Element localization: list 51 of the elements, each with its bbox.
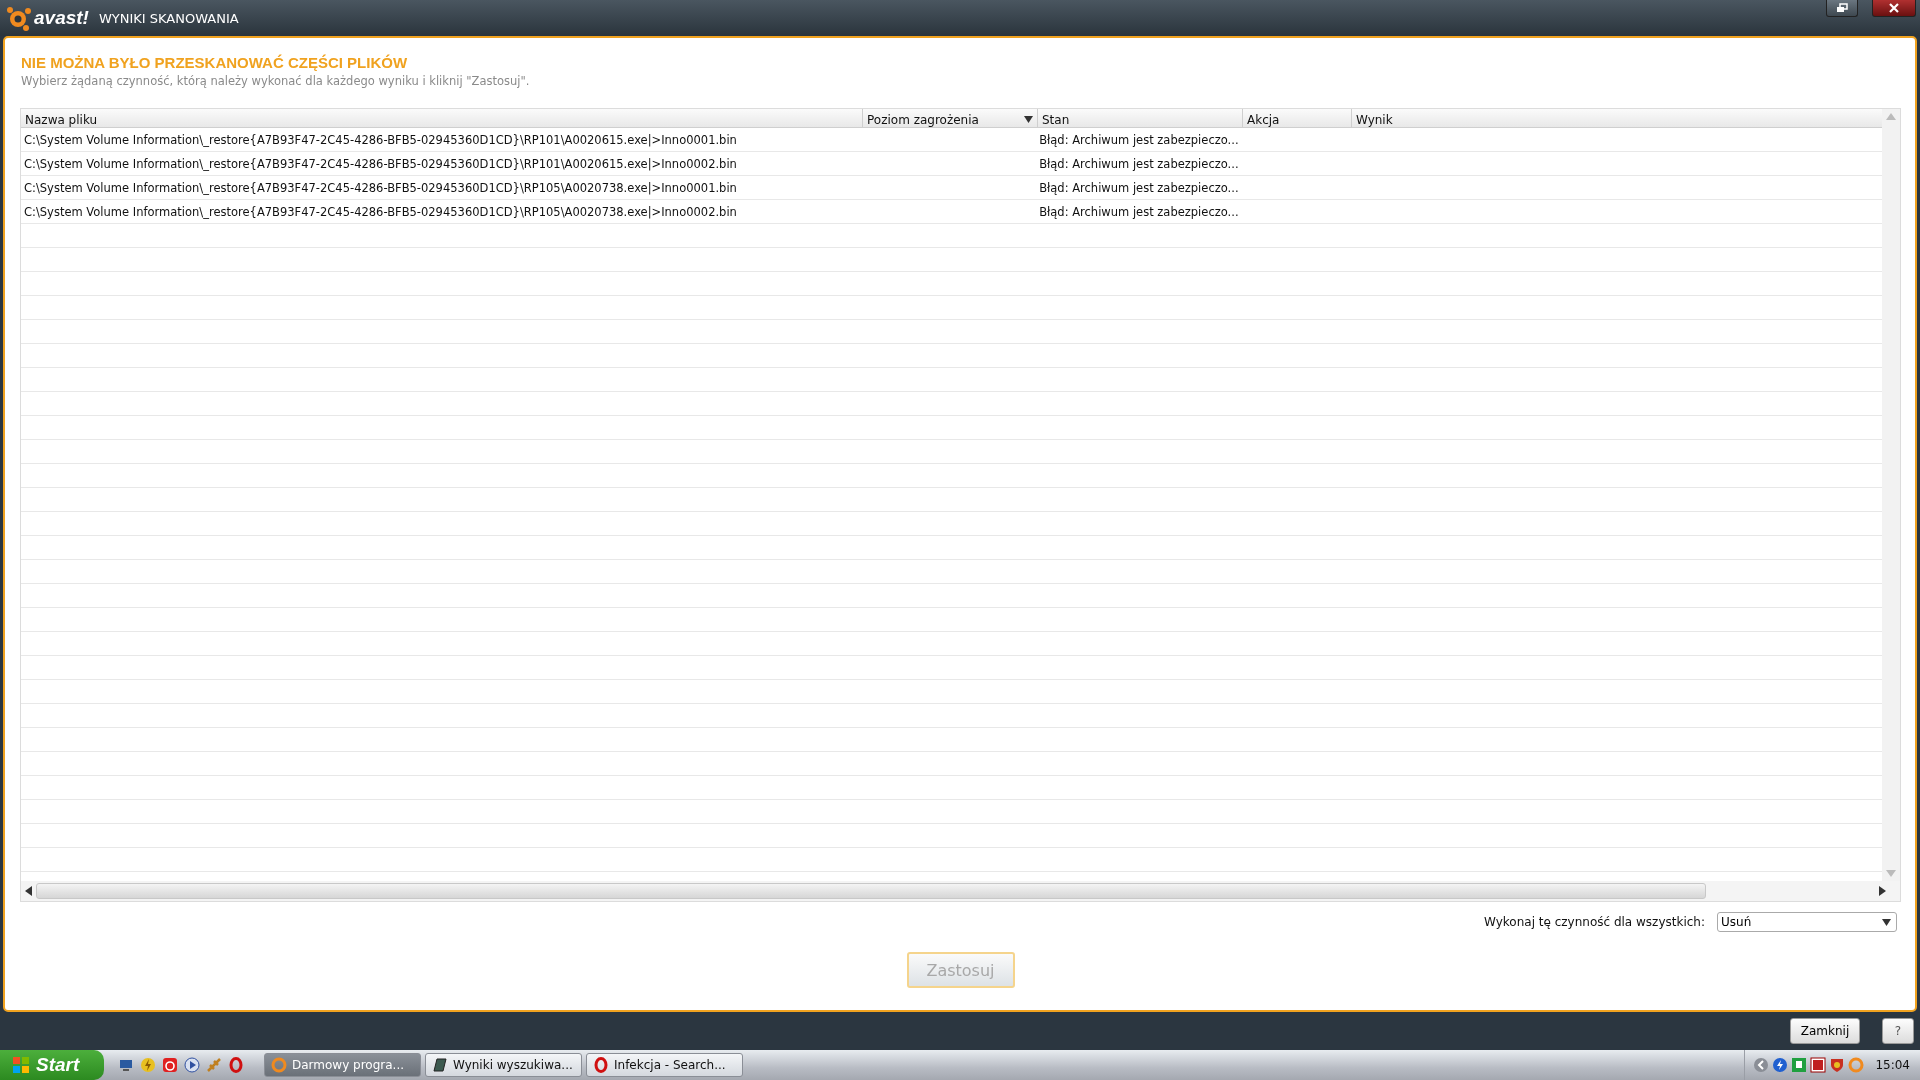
lightning-icon[interactable] — [1772, 1057, 1789, 1073]
column-header[interactable]: Nazwa pliku — [21, 109, 863, 127]
monitor-icon[interactable] — [118, 1057, 134, 1073]
table-cell: Błąd: Archiwum jest zabezpieczo... — [1039, 205, 1239, 219]
restore-icon — [1836, 3, 1848, 13]
letter-o-icon — [593, 1057, 609, 1073]
action-dropdown[interactable]: Usuń — [1717, 912, 1897, 932]
play-icon[interactable] — [184, 1057, 200, 1073]
table-cell: Błąd: Archiwum jest zabezpieczo... — [1039, 157, 1239, 171]
scroll-right-icon[interactable] — [1879, 886, 1886, 896]
lightning-icon[interactable] — [140, 1057, 156, 1073]
satellite-icon[interactable] — [206, 1057, 222, 1073]
chevron-icon[interactable] — [1753, 1057, 1770, 1073]
document-icon — [432, 1057, 448, 1073]
scroll-left-icon[interactable] — [25, 886, 32, 896]
close-icon — [1889, 3, 1899, 13]
column-header[interactable]: Stan — [1038, 109, 1243, 127]
help-button[interactable]: ? — [1882, 1018, 1914, 1044]
windows-flag-icon — [12, 1056, 30, 1074]
close-dialog-button[interactable]: Zamknij — [1790, 1018, 1860, 1044]
torrent-icon[interactable] — [1791, 1057, 1808, 1073]
column-header[interactable]: Akcja — [1243, 109, 1352, 127]
instruction-text: Wybierz żądaną czynność, którą należy wykonać dla każdego wyniku i kliknij "Zastosuj". — [21, 74, 531, 88]
clock: 15:04 — [1875, 1058, 1910, 1072]
table-cell: C:\System Volume Information\_restore{A7B93F47-2C45-4286-BFB5-02945360D1CD}\RP101\A0020615.exe|>Inno0002.bin — [24, 157, 737, 171]
restore-button[interactable] — [1826, 0, 1858, 17]
table-cell: C:\System Volume Information\_restore{A7B93F47-2C45-4286-BFB5-02945360D1CD}\RP105\A0020738.exe|>Inno0001.bin — [24, 181, 737, 195]
power-icon[interactable] — [162, 1057, 178, 1073]
logo-wordmark: avast! — [34, 7, 89, 29]
column-header[interactable]: Poziom zagrożenia — [863, 109, 1038, 127]
column-header[interactable]: Wynik — [1352, 109, 1882, 127]
table-cell: C:\System Volume Information\_restore{A7B93F47-2C45-4286-BFB5-02945360D1CD}\RP105\A0020738.exe|>Inno0002.bin — [24, 205, 737, 219]
taskbar-button[interactable]: Darmowy progra... — [264, 1053, 421, 1077]
close-button[interactable] — [1872, 0, 1916, 17]
start-button[interactable]: Start — [0, 1050, 104, 1080]
window-title: WYNIKI SKANOWANIA — [98, 10, 239, 26]
panel-heading: NIE MOŻNA BYŁO PRZESKANOWAĆ CZĘŚCI PLIKÓW — [21, 54, 409, 71]
sort-arrow-icon — [1024, 116, 1033, 124]
square-icon[interactable] — [1810, 1057, 1827, 1073]
table-cell: Błąd: Archiwum jest zabezpieczo... — [1039, 181, 1239, 195]
ring-icon — [271, 1057, 287, 1073]
apply-all-label: Wykonaj tę czynność dla wszystkich: — [1484, 915, 1705, 929]
dropdown-caret-icon — [1882, 918, 1891, 926]
avast-logo-icon — [6, 5, 32, 31]
taskbar-button[interactable]: Infekcja - Search... — [586, 1053, 743, 1077]
table-cell: Błąd: Archiwum jest zabezpieczo... — [1039, 133, 1239, 147]
letter-o-icon[interactable] — [228, 1057, 244, 1073]
shield-icon[interactable] — [1829, 1057, 1846, 1073]
scrollbar-thumb[interactable] — [36, 883, 1706, 899]
taskbar-button[interactable]: Wyniki wyszukiwa... — [425, 1053, 582, 1077]
table-cell: C:\System Volume Information\_restore{A7B93F47-2C45-4286-BFB5-02945360D1CD}\RP101\A0020615.exe|>Inno0001.bin — [24, 133, 737, 147]
